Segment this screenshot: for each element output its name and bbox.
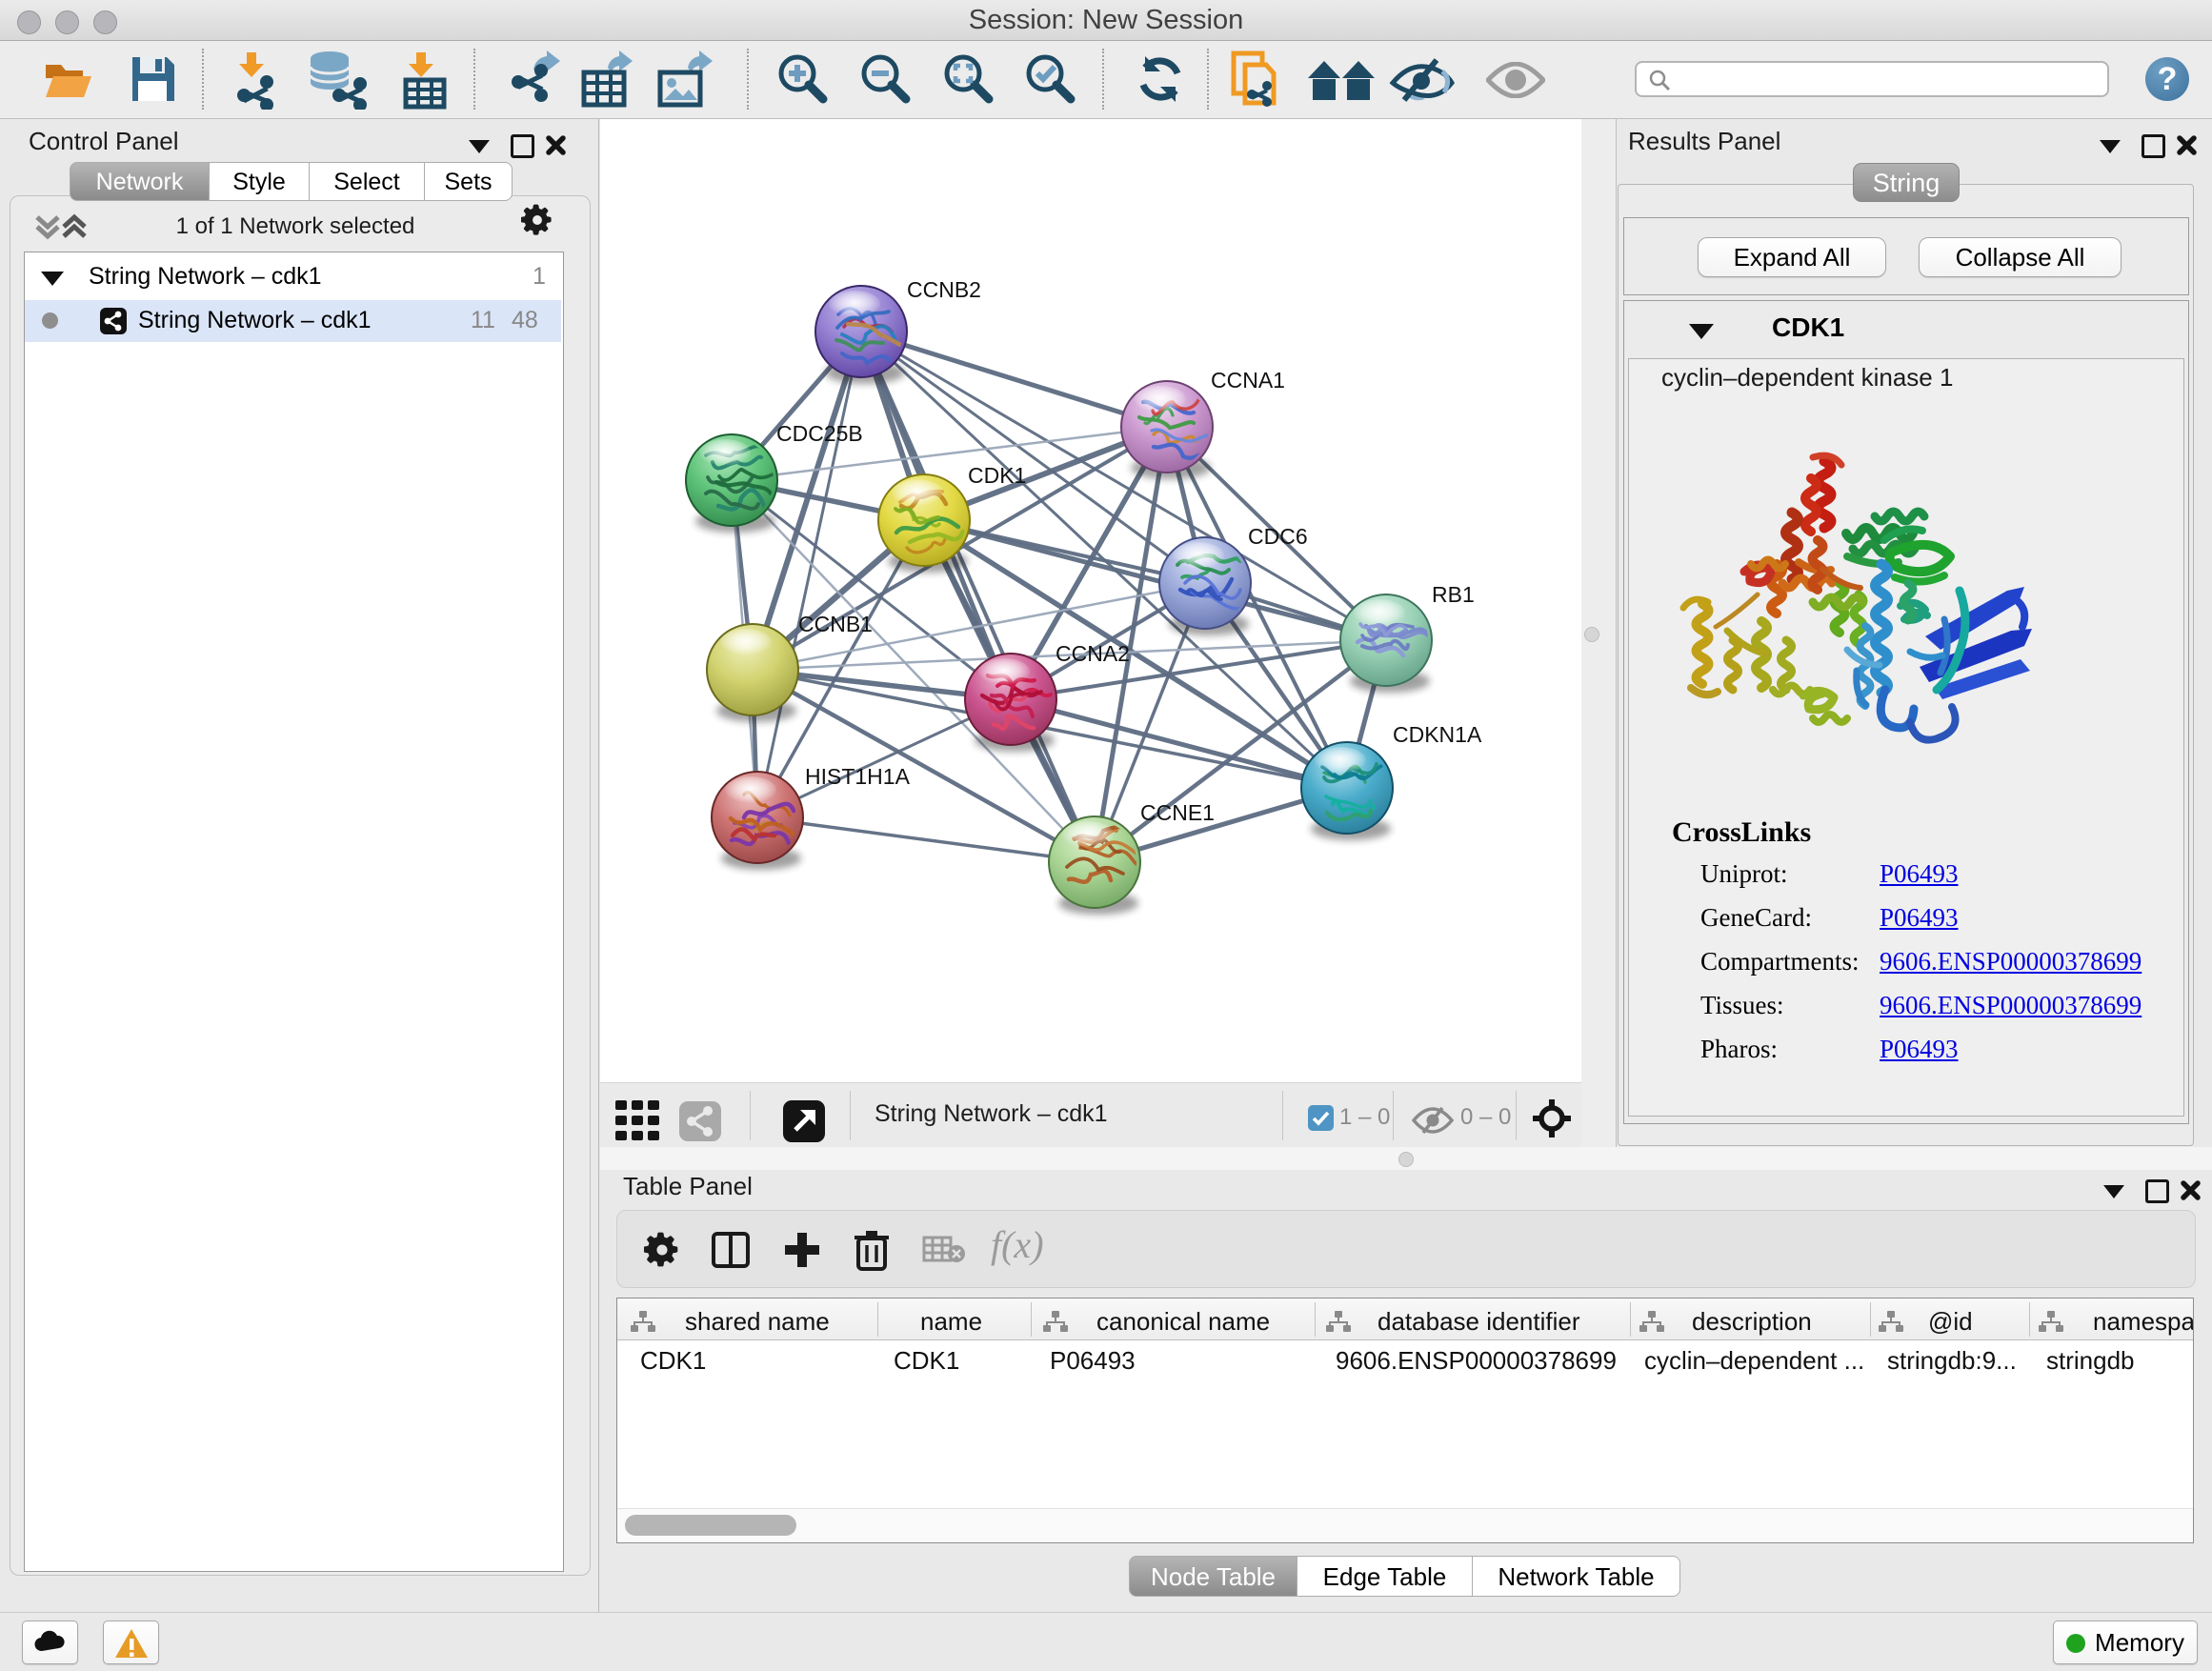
svg-text:CDC25B: CDC25B (776, 421, 863, 446)
svg-text:CDKN1A: CDKN1A (1393, 722, 1482, 747)
svg-text:CCNE1: CCNE1 (1140, 800, 1215, 825)
svg-text:CCNB1: CCNB1 (798, 612, 873, 636)
svg-text:CDC6: CDC6 (1248, 524, 1308, 549)
svg-text:RB1: RB1 (1432, 582, 1475, 607)
svg-text:HIST1H1A: HIST1H1A (805, 764, 911, 789)
svg-text:CCNA2: CCNA2 (1056, 641, 1130, 666)
svg-text:CCNA1: CCNA1 (1211, 368, 1285, 393)
svg-text:CDK1: CDK1 (968, 463, 1026, 488)
svg-text:CCNB2: CCNB2 (907, 277, 981, 302)
